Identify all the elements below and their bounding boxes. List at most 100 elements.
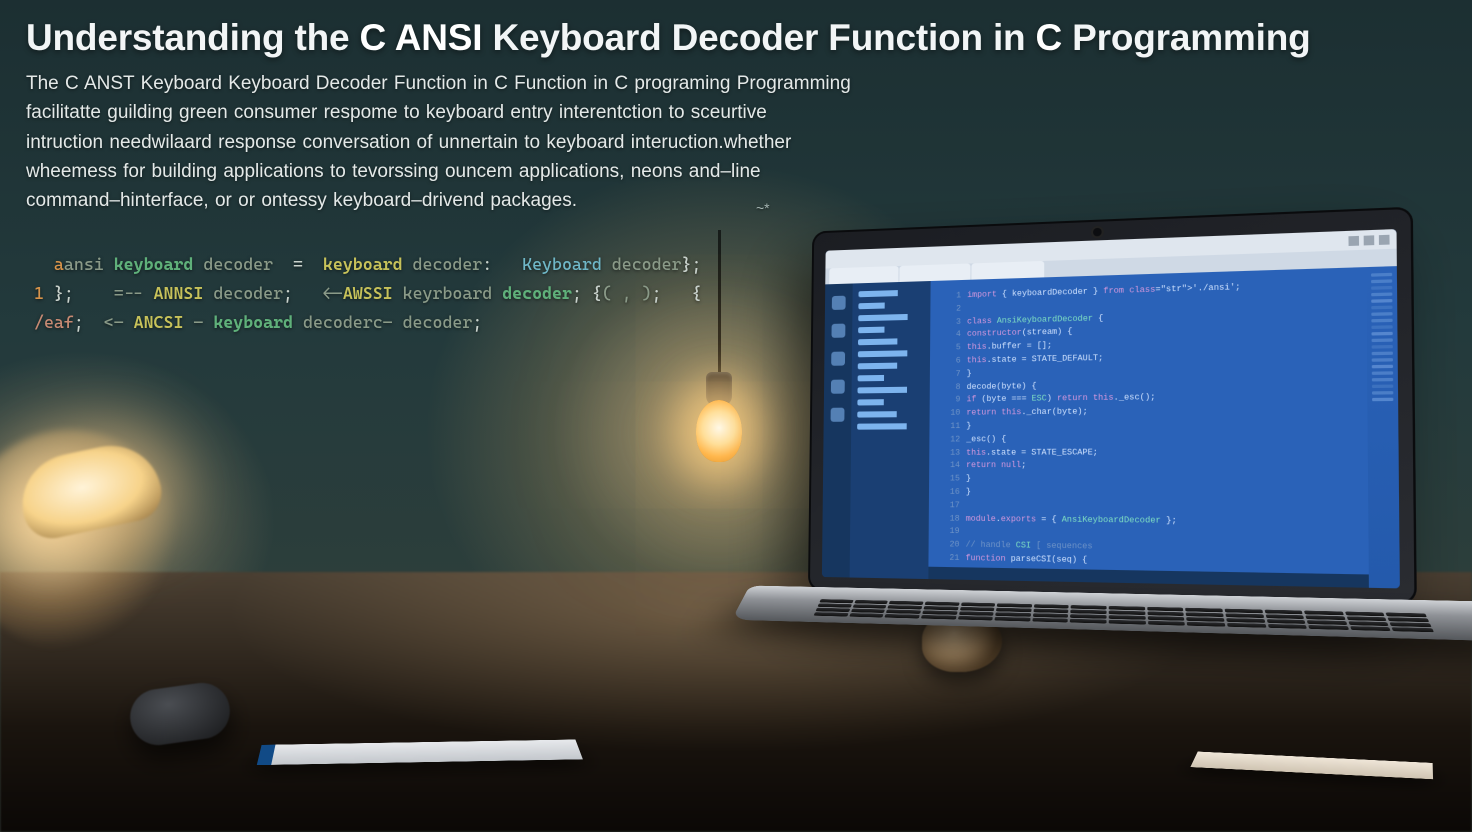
code-token: decoder bbox=[492, 283, 572, 303]
code-token: <– bbox=[84, 312, 134, 332]
code-token: keyboard bbox=[114, 254, 194, 274]
title-part: Understanding the bbox=[26, 17, 360, 58]
code-token: ANNSI bbox=[154, 283, 204, 303]
ide-gutter: 3 bbox=[944, 316, 960, 329]
ide-code: module.exports = { AnsiKeyboardDecoder }… bbox=[966, 513, 1177, 528]
ide-code: } bbox=[966, 487, 971, 500]
code-token: <- bbox=[293, 283, 343, 303]
title-emph: C ANSI bbox=[360, 17, 483, 58]
git-icon bbox=[831, 352, 845, 366]
ide-gutter: 6 bbox=[944, 355, 960, 368]
title-emph: C bbox=[1036, 17, 1063, 58]
code-token: ansi bbox=[64, 254, 114, 274]
code-token: =-- bbox=[74, 283, 154, 303]
ide-code: } bbox=[966, 421, 971, 434]
overlay-code-block: aansi keyboard decoder = keyboard decode… bbox=[34, 250, 701, 337]
lightbulb-icon bbox=[696, 400, 742, 462]
keycap bbox=[849, 613, 884, 617]
code-token: ( , ) bbox=[602, 283, 652, 303]
code-token: 1 bbox=[34, 283, 54, 303]
code-token: decoder bbox=[403, 254, 483, 274]
window-close-icon bbox=[1379, 234, 1390, 244]
files-icon bbox=[832, 296, 846, 310]
ide-gutter: 11 bbox=[944, 421, 960, 434]
ide-gutter: 8 bbox=[944, 381, 960, 394]
keycap bbox=[1267, 624, 1307, 629]
ide-activity-bar bbox=[822, 283, 853, 577]
ide-explorer bbox=[850, 281, 931, 579]
code-token: keyboard bbox=[213, 312, 293, 332]
code-token: ; bbox=[472, 312, 482, 332]
decorative-squiggle-icon: ~* bbox=[756, 200, 770, 216]
ide-gutter: 18 bbox=[943, 513, 960, 526]
ide-gutter: 4 bbox=[944, 329, 960, 342]
extensions-icon bbox=[831, 408, 845, 422]
keycap bbox=[995, 617, 1031, 622]
article-overlay: Understanding the C ANSI Keyboard Decode… bbox=[26, 18, 1442, 216]
code-token: : bbox=[482, 254, 492, 274]
ide-code: decode(byte) { bbox=[967, 380, 1037, 394]
keycap bbox=[885, 614, 920, 618]
ide-code: if (byte === ESC) return this._esc(); bbox=[966, 392, 1155, 407]
ide-minimap bbox=[1366, 266, 1400, 588]
code-token: AWSSI bbox=[343, 283, 393, 303]
code-token: – decoder bbox=[383, 312, 473, 332]
code-token: ; bbox=[64, 283, 74, 303]
code-token: – bbox=[183, 312, 213, 332]
code-token: decoder bbox=[203, 283, 283, 303]
ide-line: 12 _esc() { bbox=[944, 432, 1356, 447]
webcam-icon bbox=[1093, 228, 1102, 237]
code-token: ; { bbox=[572, 283, 602, 303]
ide-gutter: 17 bbox=[943, 500, 960, 513]
code-line: aansi keyboard decoder = keyboard decode… bbox=[34, 250, 701, 279]
code-token: = bbox=[273, 254, 323, 274]
ide-line: 13 this.state = STATE_ESCAPE; bbox=[944, 446, 1357, 460]
ide-code: this.state = STATE_DEFAULT; bbox=[967, 353, 1103, 369]
title-part: Keyboard Decoder Function in bbox=[482, 17, 1035, 58]
code-token: decoder bbox=[602, 254, 682, 274]
code-token: keyrboard bbox=[393, 283, 493, 303]
code-token: ; { bbox=[652, 283, 702, 303]
ide-gutter: 15 bbox=[943, 473, 960, 486]
keycap bbox=[814, 612, 849, 616]
keycap bbox=[1148, 621, 1186, 626]
ide-gutter: 9 bbox=[944, 395, 960, 408]
ide-gutter: 19 bbox=[943, 526, 960, 539]
code-token: decoder bbox=[193, 254, 273, 274]
code-line: 1 }; =-- ANNSI decoder; <-AWSSI keyrboar… bbox=[34, 279, 701, 308]
code-token: Keyboard bbox=[522, 254, 602, 274]
ide-gutter: 20 bbox=[943, 539, 960, 552]
ide-gutter: 13 bbox=[944, 447, 961, 460]
window-min-icon bbox=[1348, 235, 1359, 245]
ide-code: } bbox=[966, 473, 971, 486]
ide-code: this.state = STATE_ESCAPE; bbox=[966, 447, 1098, 461]
ide-gutter: 1 bbox=[945, 290, 961, 303]
ide-code: constructor(stream) { bbox=[967, 327, 1073, 343]
ide-code: return this._char(byte); bbox=[966, 406, 1087, 420]
pendant-lamp-cord bbox=[718, 230, 721, 380]
keycap bbox=[1032, 618, 1068, 623]
code-token: keyboard bbox=[323, 254, 403, 274]
ide-code: } bbox=[967, 368, 972, 381]
ide-code: return null; bbox=[966, 460, 1026, 473]
ide-gutter: 16 bbox=[943, 487, 960, 500]
laptop: 1import { keyboardDecoder } from class="… bbox=[787, 205, 1467, 731]
keycap bbox=[957, 616, 993, 621]
code-token: a bbox=[54, 254, 64, 274]
code-token: ; bbox=[283, 283, 293, 303]
code-token: ; bbox=[74, 312, 84, 332]
code-token: } bbox=[54, 283, 64, 303]
keycap bbox=[921, 615, 956, 619]
code-token: decoderc bbox=[293, 312, 383, 332]
keycap bbox=[1227, 623, 1266, 628]
code-token bbox=[492, 254, 522, 274]
ide-gutter: 2 bbox=[945, 303, 961, 316]
ide-line: 14 return null; bbox=[943, 460, 1356, 474]
window-max-icon bbox=[1364, 235, 1375, 245]
ide-editor: 1import { keyboardDecoder } from class="… bbox=[928, 267, 1369, 588]
ide-body: 1import { keyboardDecoder } from class="… bbox=[822, 266, 1400, 588]
keycap bbox=[1350, 626, 1391, 631]
ide-code: _esc() { bbox=[966, 434, 1006, 447]
title-part: Programming bbox=[1062, 17, 1310, 58]
article-title: Understanding the C ANSI Keyboard Decode… bbox=[26, 18, 1442, 59]
